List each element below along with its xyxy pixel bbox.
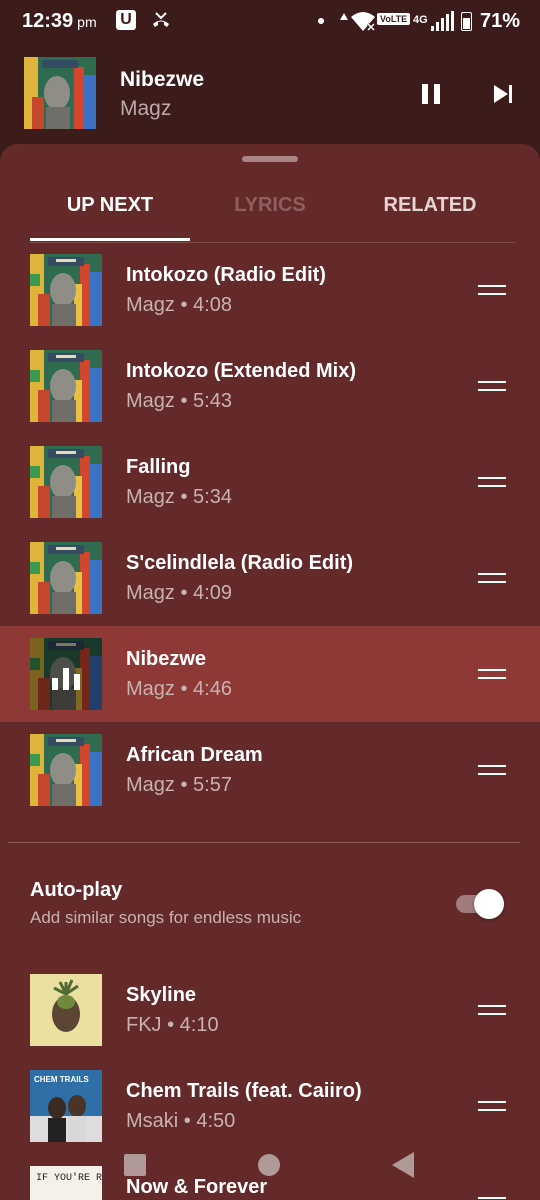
drag-reorder-icon[interactable] bbox=[478, 762, 506, 776]
battery-icon bbox=[461, 12, 472, 31]
drag-reorder-icon[interactable] bbox=[478, 1098, 506, 1112]
drag-handle[interactable] bbox=[242, 156, 298, 162]
album-art bbox=[30, 734, 102, 806]
missed-call-icon bbox=[153, 12, 169, 27]
battery-percent: 71% bbox=[480, 10, 521, 32]
queue-item[interactable]: Intokozo (Extended Mix) Magz • 5:43 bbox=[0, 338, 540, 434]
equalizer-icon bbox=[30, 638, 102, 710]
home-button[interactable] bbox=[258, 1154, 280, 1176]
recent-apps-button[interactable] bbox=[124, 1154, 146, 1176]
now-playing-artist: Magz bbox=[120, 97, 172, 120]
status-time: 12:39 pm bbox=[22, 10, 97, 32]
tab-indicator bbox=[30, 238, 190, 241]
queue-item[interactable]: S'celindlela (Radio Edit) Magz • 4:09 bbox=[0, 530, 540, 626]
skip-next-icon[interactable] bbox=[486, 77, 520, 111]
autoplay-toggle[interactable] bbox=[456, 888, 504, 919]
volte-badge: VoLTE bbox=[377, 13, 411, 25]
pause-icon[interactable] bbox=[414, 77, 448, 111]
album-art: CHEM TRAILS bbox=[30, 1070, 102, 1142]
queue-sheet: UP NEXT LYRICS RELATED Intokozo (Radio E… bbox=[0, 144, 540, 1200]
song-subtitle: Magz • 5:34 bbox=[126, 486, 232, 508]
wifi-icon bbox=[351, 12, 376, 32]
album-art bbox=[30, 638, 102, 710]
notification-dot-icon bbox=[318, 18, 324, 24]
song-title: Now & Forever bbox=[126, 1176, 268, 1198]
song-subtitle: Magz • 4:46 bbox=[126, 678, 232, 700]
song-title: Skyline bbox=[126, 984, 197, 1006]
song-title: Intokozo (Extended Mix) bbox=[126, 360, 356, 382]
song-title: S'celindlela (Radio Edit) bbox=[126, 552, 354, 574]
album-art bbox=[30, 254, 102, 326]
album-art bbox=[30, 542, 102, 614]
queue-item[interactable]: Falling Magz • 5:34 bbox=[0, 434, 540, 530]
now-playing-title: Nibezwe bbox=[120, 68, 205, 91]
song-subtitle: Magz • 5:57 bbox=[126, 774, 232, 796]
album-art bbox=[30, 350, 102, 422]
mini-player[interactable]: Nibezwe Magz bbox=[0, 44, 540, 144]
autoplay-item[interactable]: CHEM TRAILS Chem Trails (feat. Caiiro) M… bbox=[0, 1058, 540, 1154]
queue-item[interactable]: African Dream Magz • 5:57 bbox=[0, 722, 540, 818]
drag-reorder-icon[interactable] bbox=[478, 282, 506, 296]
song-subtitle: Magz • 4:09 bbox=[126, 582, 232, 604]
autoplay-subtitle: Add similar songs for endless music bbox=[30, 908, 302, 927]
network-type: 4G bbox=[413, 14, 428, 26]
data-arrow-icon bbox=[340, 13, 348, 20]
drag-reorder-icon[interactable] bbox=[478, 474, 506, 488]
song-subtitle: Msaki • 4:50 bbox=[126, 1110, 236, 1132]
song-title: Intokozo (Radio Edit) bbox=[126, 264, 326, 286]
u-app-icon: U bbox=[116, 10, 136, 30]
drag-reorder-icon[interactable] bbox=[478, 570, 506, 584]
tab-related[interactable]: RELATED bbox=[350, 192, 510, 240]
status-bar: 12:39 pm U VoLTE 4G 71% bbox=[0, 0, 540, 44]
album-art bbox=[30, 974, 102, 1046]
song-title: Falling bbox=[126, 456, 191, 478]
tab-up-next[interactable]: UP NEXT bbox=[30, 192, 190, 240]
autoplay-title: Auto-play bbox=[30, 879, 123, 901]
signal-icon bbox=[431, 11, 454, 31]
up-next-list: Intokozo (Radio Edit) Magz • 4:08 Intoko… bbox=[0, 242, 540, 818]
song-subtitle: FKJ • 4:10 bbox=[126, 1014, 219, 1036]
back-button[interactable] bbox=[392, 1152, 414, 1178]
drag-reorder-icon[interactable] bbox=[478, 378, 506, 392]
queue-item[interactable]: Intokozo (Radio Edit) Magz • 4:08 bbox=[0, 242, 540, 338]
album-art: IF YOU'RE READING bbox=[30, 1166, 102, 1200]
album-art bbox=[30, 446, 102, 518]
song-subtitle: Magz • 5:43 bbox=[126, 390, 232, 412]
song-subtitle: Magz • 4:08 bbox=[126, 294, 232, 316]
tab-lyrics[interactable]: LYRICS bbox=[190, 192, 350, 240]
autoplay-item[interactable]: Skyline FKJ • 4:10 bbox=[0, 962, 540, 1058]
drag-reorder-icon[interactable] bbox=[478, 1194, 506, 1200]
svg-text:IF YOU'RE READING: IF YOU'RE READING bbox=[36, 1172, 102, 1184]
drag-reorder-icon[interactable] bbox=[478, 1002, 506, 1016]
svg-text:CHEM TRAILS: CHEM TRAILS bbox=[34, 1075, 89, 1084]
album-art bbox=[24, 57, 96, 129]
song-title: African Dream bbox=[126, 744, 263, 766]
queue-item-now-playing[interactable]: Nibezwe Magz • 4:46 bbox=[0, 626, 540, 722]
divider bbox=[8, 842, 520, 843]
song-title: Nibezwe bbox=[126, 648, 207, 670]
song-title: Chem Trails (feat. Caiiro) bbox=[126, 1080, 362, 1102]
drag-reorder-icon[interactable] bbox=[478, 666, 506, 680]
tab-bar: UP NEXT LYRICS RELATED bbox=[30, 192, 516, 243]
